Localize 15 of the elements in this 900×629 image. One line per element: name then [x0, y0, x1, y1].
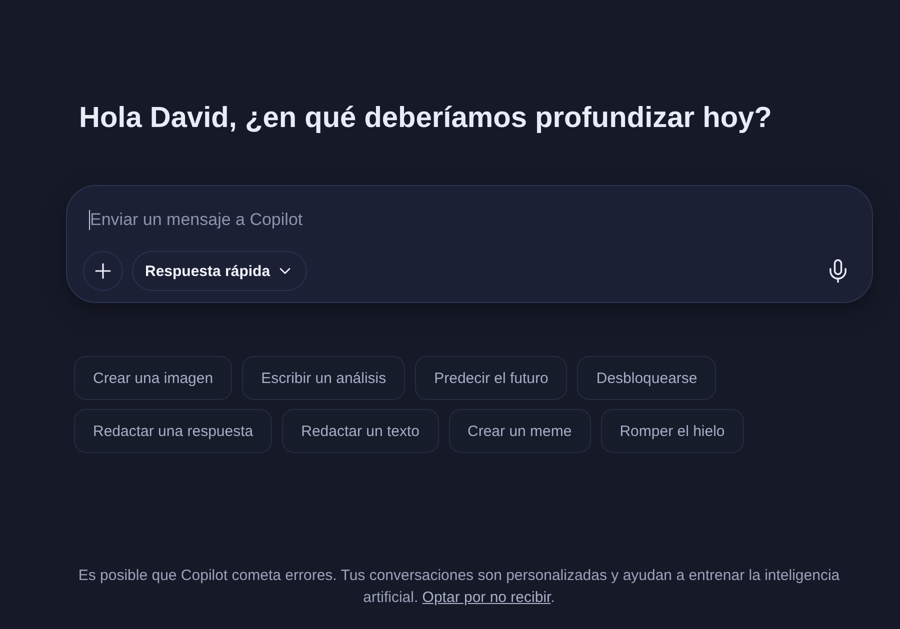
suggestion-chip[interactable]: Redactar un texto	[282, 409, 439, 453]
suggestion-chip[interactable]: Desbloquearse	[577, 356, 716, 400]
greeting-heading: Hola David, ¿en qué deberíamos profundizar hoy?	[79, 101, 772, 136]
disclaimer-text: Es posible que Copilot cometa errores. Tus conversaciones son personalizadas y ayudan a entrenar la inteligencia artificial. Optar por no recibir.	[77, 566, 841, 608]
opt-out-link[interactable]: Optar por no recibir	[422, 589, 551, 606]
suggestion-chip[interactable]: Crear un meme	[448, 409, 591, 453]
text-cursor	[89, 210, 90, 230]
suggestion-chip[interactable]: Crear una imagen	[74, 356, 232, 400]
response-mode-dropdown[interactable]: Respuesta rápida	[132, 251, 308, 291]
message-input[interactable]: Enviar un mensaje a Copilot	[90, 208, 856, 232]
suggestion-chip[interactable]: Escribir un análisis	[242, 356, 406, 400]
suggestion-chip[interactable]: Romper el hielo	[600, 409, 744, 453]
suggestion-chip[interactable]: Predecir el futuro	[415, 356, 568, 400]
add-button[interactable]	[83, 251, 123, 291]
suggestion-chip[interactable]: Redactar una respuesta	[74, 409, 272, 453]
